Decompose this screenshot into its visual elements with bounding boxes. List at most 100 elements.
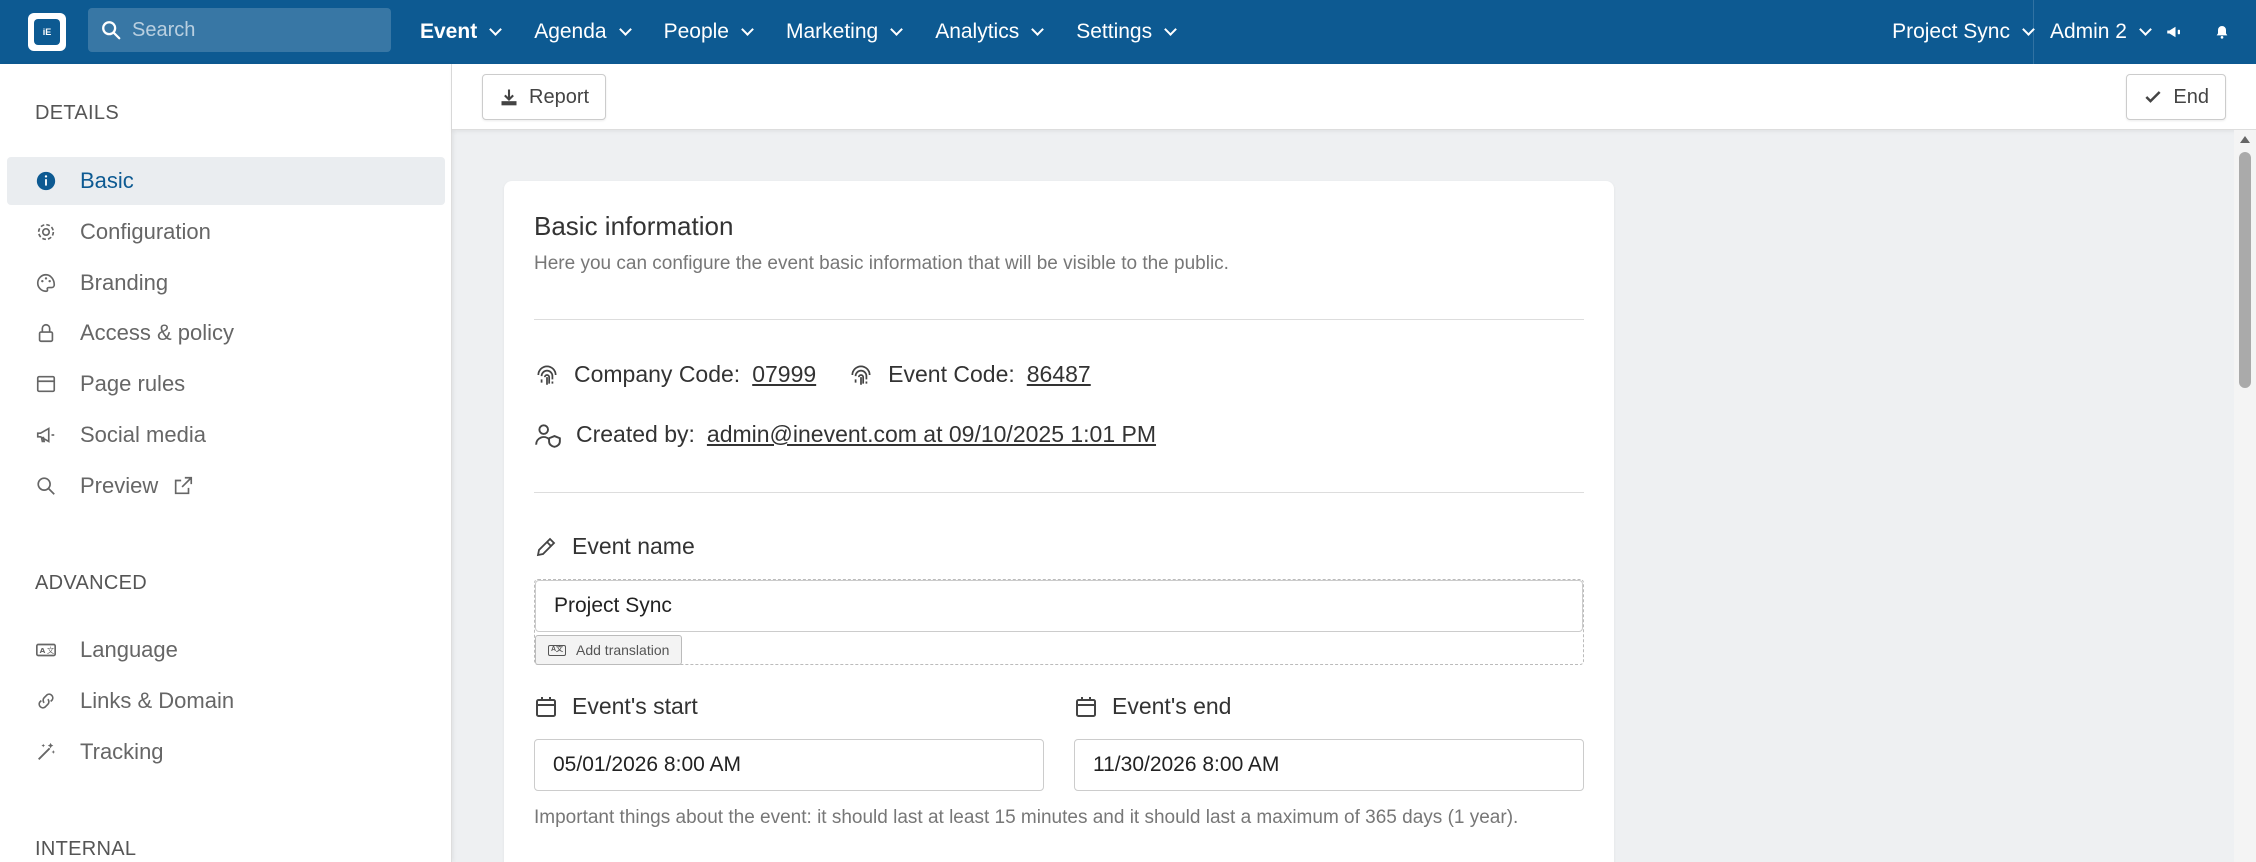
nav-agenda[interactable]: Agenda bbox=[534, 20, 632, 44]
app-logo[interactable]: iE bbox=[28, 13, 66, 51]
nav-people-label: People bbox=[663, 20, 729, 43]
section-title-internal: INTERNAL bbox=[35, 838, 137, 860]
basic-info-card: Basic information Here you can configure… bbox=[504, 181, 1614, 862]
company-code-link[interactable]: 07999 bbox=[752, 361, 816, 388]
logo-mark: iE bbox=[34, 19, 60, 45]
scroll-thumb[interactable] bbox=[2239, 152, 2251, 388]
sidebar-item-language[interactable]: A文 Language bbox=[7, 626, 445, 674]
project-name: Project Sync bbox=[1892, 20, 2010, 43]
notifications-button[interactable] bbox=[2198, 0, 2246, 64]
svg-text:A: A bbox=[40, 646, 46, 655]
card-title: Basic information bbox=[534, 211, 734, 241]
created-by-link[interactable]: admin@inevent.com at 09/10/2025 1:01 PM bbox=[707, 421, 1156, 448]
scroll-up-arrow[interactable] bbox=[2240, 136, 2250, 143]
sidebar-item-links-domain[interactable]: Links & Domain bbox=[7, 677, 445, 725]
fingerprint-icon bbox=[537, 364, 557, 385]
sidebar-item-branding[interactable]: Branding bbox=[7, 259, 445, 307]
link-icon bbox=[34, 689, 58, 713]
sidebar-item-basic[interactable]: Basic bbox=[7, 157, 445, 205]
search-box[interactable] bbox=[88, 8, 391, 52]
nav-right: Project Sync Admin 2 bbox=[1892, 0, 2256, 64]
sidebar-item-label: Tracking bbox=[80, 739, 164, 764]
created-by-label: Created by: bbox=[576, 421, 695, 447]
announcements-button[interactable] bbox=[2150, 0, 2198, 64]
nav-marketing[interactable]: Marketing bbox=[785, 20, 904, 44]
sidebar-item-label: Links & Domain bbox=[80, 688, 235, 713]
event-end-label-row: Event's end bbox=[1074, 693, 1231, 720]
external-link-icon bbox=[172, 475, 194, 497]
gear-icon bbox=[34, 220, 58, 244]
user-name: Admin 2 bbox=[2049, 20, 2127, 43]
event-start-label-row: Event's start bbox=[534, 693, 698, 720]
sidebar-item-configuration[interactable]: Configuration bbox=[7, 208, 445, 256]
card-subtitle: Here you can configure the event basic i… bbox=[534, 253, 1229, 274]
nav-marketing-label: Marketing bbox=[785, 20, 879, 43]
palette-icon bbox=[34, 271, 58, 295]
search-input[interactable] bbox=[132, 18, 372, 42]
event-code-link[interactable]: 86487 bbox=[1027, 361, 1091, 388]
sidebar-item-label: Access & policy bbox=[80, 320, 235, 345]
nav-settings[interactable]: Settings bbox=[1076, 20, 1177, 44]
chevron-down-icon bbox=[1164, 22, 1177, 36]
divider bbox=[534, 492, 1584, 493]
sidebar-item-preview[interactable]: Preview bbox=[7, 462, 445, 510]
divider bbox=[2032, 0, 2034, 64]
event-start-input[interactable] bbox=[534, 739, 1044, 791]
main-nav: Event Agenda People Marketing Analytics … bbox=[420, 0, 1209, 64]
sidebar-item-label: Language bbox=[80, 637, 178, 662]
sidebar-item-label: Page rules bbox=[80, 371, 186, 396]
event-code-label: Event Code: bbox=[888, 361, 1015, 387]
event-end-label: Event's end bbox=[1112, 693, 1232, 719]
nav-settings-label: Settings bbox=[1076, 20, 1153, 43]
nav-agenda-label: Agenda bbox=[534, 20, 607, 43]
sidebar-item-label: Basic bbox=[80, 168, 134, 193]
sidebar-item-social-media[interactable]: Social media bbox=[7, 411, 445, 459]
chevron-down-icon bbox=[489, 22, 503, 36]
nav-event[interactable]: Event bbox=[420, 20, 503, 44]
info-icon bbox=[34, 169, 58, 193]
search-icon bbox=[102, 21, 121, 40]
created-by-row: Created by: admin@inevent.com at 09/10/2… bbox=[534, 421, 1156, 448]
pencil-icon bbox=[536, 537, 556, 556]
add-translation-button[interactable]: A文 Add translation bbox=[535, 635, 683, 665]
sidebar-item-label: Social media bbox=[80, 422, 206, 447]
event-name-input[interactable] bbox=[535, 580, 1583, 632]
section-title-details: DETAILS bbox=[35, 102, 119, 124]
svg-text:文: 文 bbox=[47, 646, 55, 655]
download-icon bbox=[501, 89, 517, 106]
bell-icon bbox=[2216, 26, 2228, 39]
event-end-input[interactable] bbox=[1074, 739, 1584, 791]
browser-window-icon bbox=[34, 372, 58, 396]
divider bbox=[534, 319, 1584, 320]
nav-analytics[interactable]: Analytics bbox=[935, 20, 1045, 44]
chevron-down-icon bbox=[890, 22, 904, 36]
megaphone-icon bbox=[2167, 26, 2180, 38]
chevron-down-icon bbox=[618, 22, 632, 36]
search-icon bbox=[34, 474, 58, 498]
report-button[interactable]: Report bbox=[482, 74, 607, 120]
megaphone-icon bbox=[34, 423, 58, 447]
sidebar-item-page-rules[interactable]: Page rules bbox=[7, 360, 445, 408]
sidebar-item-label: Branding bbox=[80, 270, 169, 295]
user-shield-icon bbox=[535, 423, 561, 448]
user-menu[interactable]: Admin 2 bbox=[2049, 20, 2152, 44]
page-scrollbar[interactable] bbox=[2234, 130, 2256, 862]
event-start-label: Event's start bbox=[572, 693, 698, 719]
translate-icon: A文 bbox=[34, 638, 58, 662]
nav-analytics-label: Analytics bbox=[935, 20, 1020, 43]
project-selector[interactable]: Project Sync bbox=[1892, 20, 2035, 44]
end-button[interactable]: End bbox=[2126, 74, 2226, 120]
end-button-label: End bbox=[2173, 85, 2209, 108]
sidebar: DETAILS Basic Configuration Branding Acc… bbox=[0, 64, 452, 862]
chevron-down-icon bbox=[741, 22, 754, 36]
sidebar-item-tracking[interactable]: Tracking bbox=[7, 728, 445, 776]
translate-icon: A文 bbox=[548, 644, 566, 656]
section-title-advanced: ADVANCED bbox=[35, 572, 148, 594]
sidebar-item-access-policy[interactable]: Access & policy bbox=[7, 309, 445, 357]
nav-people[interactable]: People bbox=[663, 20, 754, 44]
duration-hint: Important things about the event: it sho… bbox=[534, 807, 1519, 828]
codes-row: Company Code: 07999 Event Code: 86487 bbox=[534, 361, 1091, 388]
chevron-down-icon bbox=[1031, 22, 1045, 36]
calendar-icon bbox=[1076, 696, 1096, 717]
event-name-field-wrapper: A文 Add translation bbox=[534, 579, 1584, 665]
